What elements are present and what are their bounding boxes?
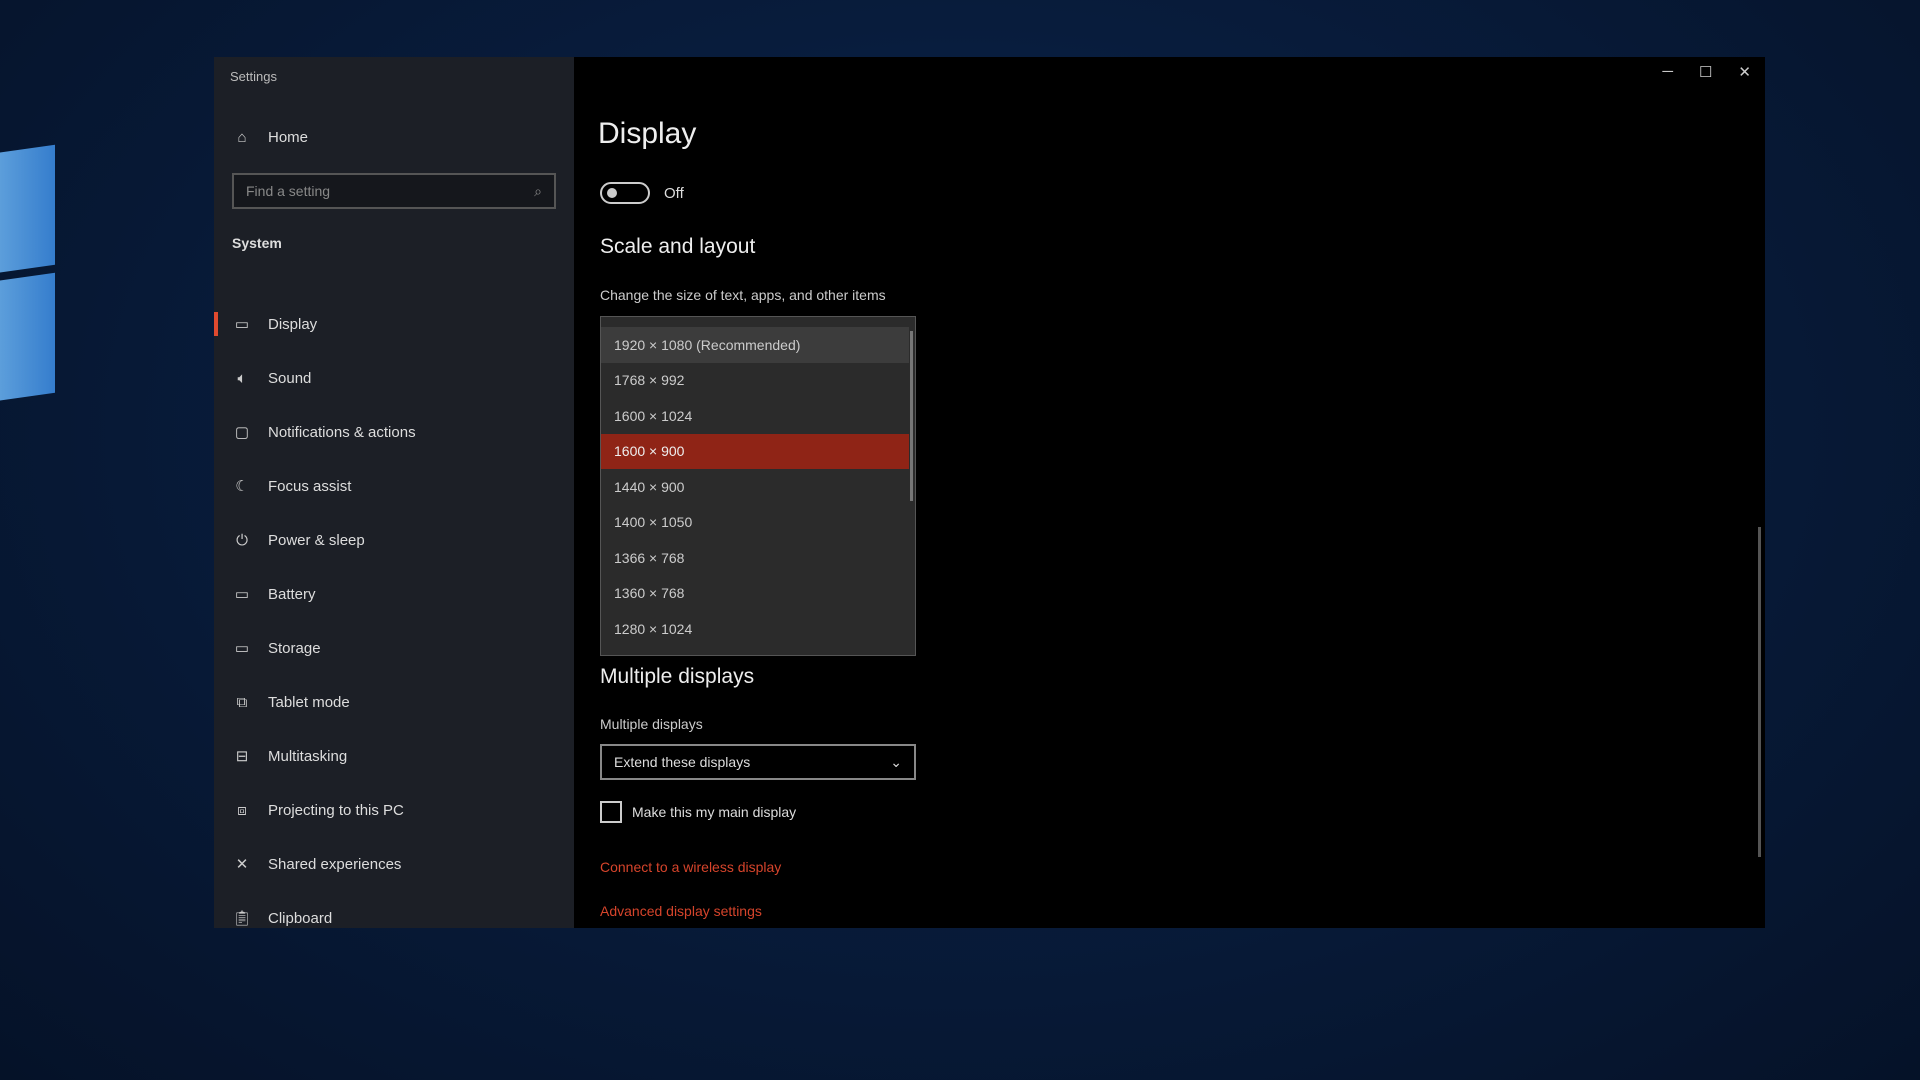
settings-window: Settings ⌂ Home Find a setting ⌕ System ▭ D…	[214, 57, 1765, 928]
resolution-option[interactable]: 1366 × 768	[601, 540, 909, 576]
search-placeholder: Find a setting	[246, 183, 331, 199]
sidebar-item-label: Power & sleep	[268, 531, 365, 549]
resolution-option[interactable]: 1440 × 900	[601, 469, 909, 505]
sidebar-item-tablet-mode[interactable]: ⧉ Tablet mode	[214, 675, 574, 729]
resolution-option[interactable]: 1600 × 900	[601, 433, 909, 469]
multiple-displays-label: Multiple displays	[600, 716, 703, 732]
battery-icon: ▭	[234, 586, 250, 603]
sidebar-item-label: Clipboard	[268, 909, 333, 927]
sidebar-item-label: Tablet mode	[268, 693, 350, 711]
sidebar-item-projecting-to-this-pc[interactable]: ⧈ Projecting to this PC	[214, 783, 574, 837]
tablet-icon: ⧉	[236, 693, 248, 711]
scale-heading: Scale and layout	[600, 235, 756, 258]
sidebar-item-label: Sound	[268, 369, 312, 387]
multiple-displays-heading: Multiple displays	[600, 665, 755, 688]
select-value: Extend these displays	[614, 754, 751, 770]
speaker-icon: 🔈︎	[237, 369, 247, 387]
multitasking-icon: ⊟	[235, 748, 249, 765]
sidebar-item-label: Projecting to this PC	[268, 801, 404, 819]
monitor-icon: ▭	[234, 316, 250, 333]
sidebar-item-label: Storage	[268, 639, 321, 657]
wireless-display-link[interactable]: Connect to a wireless display	[600, 859, 781, 875]
power-icon: ⏻	[236, 531, 248, 549]
page-scrollbar[interactable]	[1758, 527, 1761, 857]
resolution-option[interactable]: 1768 × 992	[601, 363, 909, 399]
search-input[interactable]: Find a setting ⌕	[232, 173, 556, 209]
resolution-option[interactable]: 1280 × 1024	[601, 611, 909, 647]
sidebar-item-focus-assist[interactable]: ☾ Focus assist	[214, 459, 574, 513]
sidebar-item-label: Shared experiences	[268, 855, 402, 873]
clipboard-icon: 📋︎	[232, 910, 252, 927]
sidebar-item-multitasking[interactable]: ⊟ Multitasking	[214, 729, 574, 783]
sidebar-item-display[interactable]: ▭ Display	[214, 297, 574, 351]
app-title: Settings	[230, 69, 277, 84]
sidebar-item-battery[interactable]: ▭ Battery	[214, 567, 574, 621]
checkbox-label: Make this my main display	[632, 804, 797, 820]
resolution-option[interactable]: 1600 × 1024	[601, 398, 909, 434]
sidebar-item-sound[interactable]: 🔈︎ Sound	[214, 351, 574, 405]
sidebar-item-power-sleep[interactable]: ⏻ Power & sleep	[214, 513, 574, 567]
projector-icon: ⧈	[237, 801, 247, 819]
chevron-down-icon: ⌄	[890, 753, 902, 770]
sidebar-item-notifications-actions[interactable]: ▢ Notifications & actions	[214, 405, 574, 459]
scale-label: Change the size of text, apps, and other…	[600, 287, 886, 303]
shared-icon: ✕	[235, 856, 249, 873]
section-heading: System	[232, 235, 282, 251]
main-display-checkbox[interactable]: Make this my main display	[600, 801, 796, 823]
page-title: Display	[598, 117, 697, 150]
sidebar: Settings ⌂ Home Find a setting ⌕ System ▭ D…	[214, 57, 574, 928]
close-button[interactable]: ✕	[1738, 63, 1751, 81]
sidebar-item-label: Multitasking	[268, 747, 348, 765]
windows-logo	[0, 144, 55, 406]
sidebar-item-label: Battery	[268, 585, 316, 603]
advanced-display-link[interactable]: Advanced display settings	[600, 903, 762, 919]
resolution-option[interactable]: 1360 × 768	[601, 576, 909, 612]
notification-icon: ▢	[234, 424, 250, 441]
home-icon: ⌂	[237, 129, 247, 146]
minimize-button[interactable]: ─	[1662, 63, 1673, 81]
sidebar-nav: ▭ Display 🔈︎ Sound ▢ Notifications & actions ☾…	[214, 297, 574, 945]
sidebar-item-label: Notifications & actions	[268, 423, 416, 441]
resolution-option[interactable]: 1920 × 1080 (Recommended)	[601, 327, 909, 363]
toggle-state: Off	[664, 184, 684, 202]
sidebar-item-label: Display	[268, 315, 318, 333]
moon-icon: ☾	[235, 478, 249, 495]
toggle-switch[interactable]	[600, 182, 650, 204]
sidebar-item-clipboard[interactable]: 📋︎ Clipboard	[214, 891, 574, 945]
sidebar-item-shared-experiences[interactable]: ✕ Shared experiences	[214, 837, 574, 891]
resolution-dropdown-list[interactable]: 1920 × 1080 (Recommended) 1768 × 992 1600 …	[600, 316, 916, 656]
main-content: ─ ☐ ✕ Display Off Scale and layout Change …	[574, 57, 1765, 928]
storage-icon: ▭	[234, 640, 250, 657]
multiple-displays-select[interactable]: Extend these displays ⌄	[600, 744, 916, 780]
home-label: Home	[268, 129, 309, 146]
sidebar-item-label: Focus assist	[268, 477, 352, 495]
resolution-option[interactable]: 1400 × 1050	[601, 505, 909, 541]
scrollbar[interactable]	[910, 331, 913, 501]
checkbox-box[interactable]	[600, 801, 622, 823]
home-link[interactable]: ⌂ Home	[232, 129, 308, 146]
maximize-button[interactable]: ☐	[1699, 63, 1712, 81]
sidebar-item-storage[interactable]: ▭ Storage	[214, 621, 574, 675]
search-icon: ⌕	[534, 182, 542, 199]
